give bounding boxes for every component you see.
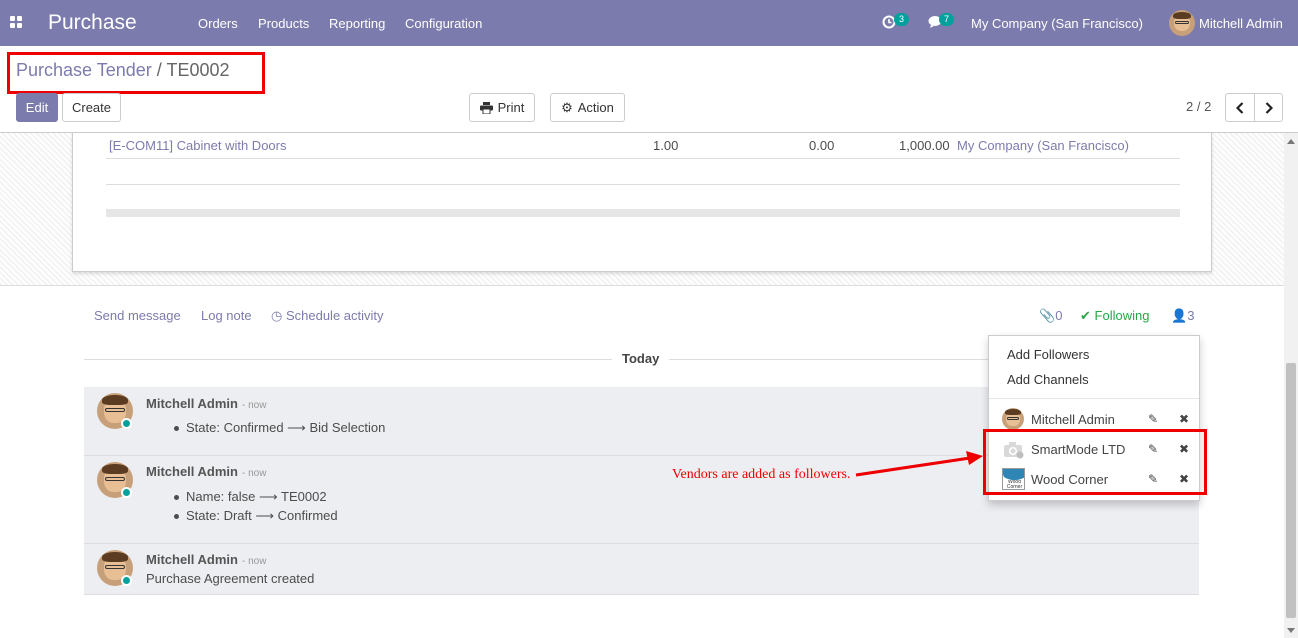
pencil-icon[interactable]: ✎ xyxy=(1148,412,1158,426)
message-text: Purchase Agreement created xyxy=(146,571,315,586)
menu-products[interactable]: Products xyxy=(258,16,309,31)
table-row-empty xyxy=(106,159,1180,185)
company-switcher[interactable]: My Company (San Francisco) xyxy=(971,16,1143,31)
annotation-arrow xyxy=(855,451,983,477)
online-status-icon xyxy=(121,487,132,498)
message-count-badge: 7 xyxy=(939,13,955,26)
menu-configuration[interactable]: Configuration xyxy=(405,16,482,31)
app-title[interactable]: Purchase xyxy=(48,11,137,35)
tracking-new-value: Confirmed xyxy=(277,508,338,523)
message-date: - now xyxy=(241,556,267,567)
user-avatar[interactable] xyxy=(1169,10,1195,36)
pager-previous-button[interactable] xyxy=(1225,93,1255,122)
user-menu[interactable]: Mitchell Admin xyxy=(1199,16,1283,31)
tracking-new-value: TE0002 xyxy=(281,489,327,504)
message-date: - now xyxy=(241,468,267,479)
table-footer xyxy=(106,209,1180,217)
top-navbar: Purchase Orders Products Reporting Confi… xyxy=(0,0,1298,46)
tracking-old-value: State: Confirmed xyxy=(186,420,284,435)
table-row-empty xyxy=(106,185,1180,211)
close-icon[interactable]: ✖ xyxy=(1179,412,1189,426)
message-body: Name: false ⟶ TE0002 State: Draft ⟶ Conf… xyxy=(146,487,338,525)
follower-avatar xyxy=(1002,408,1024,430)
arrow-right-icon: ⟶ xyxy=(259,489,278,504)
followers-button[interactable]: 👤3 xyxy=(1171,308,1194,324)
action-button[interactable]: ⚙ Action xyxy=(550,93,625,122)
add-followers-button[interactable]: Add Followers xyxy=(1007,347,1089,362)
menu-orders[interactable]: Orders xyxy=(198,16,238,31)
tracking-old-value: State: Draft xyxy=(186,508,252,523)
following-button[interactable]: ✔ Following xyxy=(1080,308,1149,324)
log-note-button[interactable]: Log note xyxy=(201,308,252,323)
send-message-button[interactable]: Send message xyxy=(94,308,181,323)
pager-next-button[interactable] xyxy=(1254,93,1283,122)
message-body: State: Confirmed ⟶ Bid Selection xyxy=(146,418,385,437)
arrow-right-icon: ⟶ xyxy=(287,420,306,435)
user-icon: 👤 xyxy=(1171,308,1188,323)
chevron-right-icon xyxy=(1265,101,1273,114)
line-product[interactable]: [E-COM11] Cabinet with Doors xyxy=(109,138,287,153)
highlight-box-vendors xyxy=(983,429,1207,495)
form-sheet: [E-COM11] Cabinet with Doors 1.00 0.00 1… xyxy=(72,133,1212,272)
check-icon: ✔ xyxy=(1080,308,1091,323)
highlight-box-breadcrumb xyxy=(7,52,265,94)
annotation-label: Vendors are added as followers. xyxy=(672,467,851,482)
line-price: 1,000.00 xyxy=(899,138,950,153)
pager-value[interactable]: 2 / 2 xyxy=(1186,99,1211,114)
gear-icon: ⚙ xyxy=(561,99,573,115)
tracking-new-value: Bid Selection xyxy=(309,420,386,435)
following-label: Following xyxy=(1094,308,1150,323)
chevron-left-icon xyxy=(1236,101,1244,114)
dropdown-divider xyxy=(989,398,1199,399)
scroll-down-icon[interactable] xyxy=(1287,628,1295,633)
attachments-count: 0 xyxy=(1055,308,1063,323)
menu-reporting[interactable]: Reporting xyxy=(329,16,385,31)
message-date: - now xyxy=(241,400,267,411)
add-channels-button[interactable]: Add Channels xyxy=(1007,372,1089,387)
message-author[interactable]: Mitchell Admin - now xyxy=(146,552,266,567)
attachments-button[interactable]: 📎0 xyxy=(1039,308,1062,324)
control-panel: Purchase Tender / TE0002 Edit Create Pri… xyxy=(0,46,1298,133)
print-icon xyxy=(479,101,493,114)
edit-button[interactable]: Edit xyxy=(16,93,58,122)
line-ordered: 0.00 xyxy=(809,138,835,153)
date-separator-label: Today xyxy=(612,351,670,366)
arrow-right-icon: ⟶ xyxy=(255,508,275,523)
scroll-up-icon[interactable] xyxy=(1287,139,1295,144)
action-label: Action xyxy=(577,100,614,115)
follower-name[interactable]: Mitchell Admin xyxy=(1031,412,1115,427)
apps-menu-icon[interactable] xyxy=(10,16,22,28)
schedule-activity-label: Schedule activity xyxy=(285,308,384,323)
page-scrollbar[interactable] xyxy=(1284,133,1298,638)
clock-icon: ◷ xyxy=(271,308,283,323)
schedule-activity-button[interactable]: ◷ Schedule activity xyxy=(271,308,384,324)
online-status-icon xyxy=(121,575,132,586)
online-status-icon xyxy=(121,418,132,429)
scrollbar-thumb[interactable] xyxy=(1286,363,1296,618)
tracking-old-value: Name: false xyxy=(186,489,256,504)
followers-count: 3 xyxy=(1187,308,1195,323)
create-button[interactable]: Create xyxy=(62,93,121,122)
table-row[interactable]: [E-COM11] Cabinet with Doors 1.00 0.00 1… xyxy=(106,133,1180,159)
activity-count-badge: 3 xyxy=(894,13,910,26)
print-button[interactable]: Print xyxy=(469,93,535,122)
print-label: Print xyxy=(497,100,525,115)
paperclip-icon: 📎 xyxy=(1039,308,1056,323)
chatter-message: Mitchell Admin - now Purchase Agreement c… xyxy=(84,544,1199,595)
line-company[interactable]: My Company (San Francisco) xyxy=(957,138,1129,153)
message-author[interactable]: Mitchell Admin - now xyxy=(146,464,266,479)
message-author[interactable]: Mitchell Admin - now xyxy=(146,396,266,411)
line-quantity: 1.00 xyxy=(653,138,679,153)
